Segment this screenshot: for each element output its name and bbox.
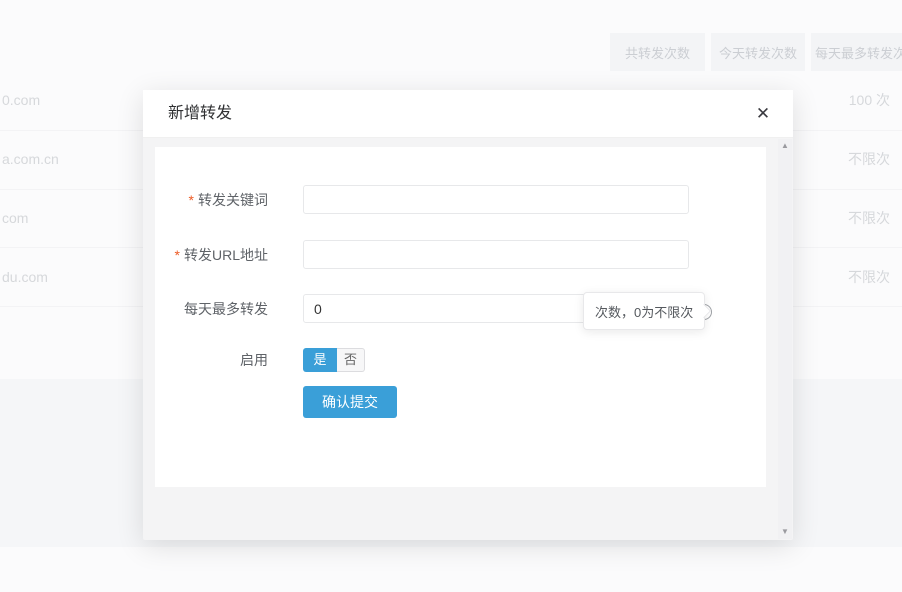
table-row-value: 不限次 (848, 209, 890, 227)
form-card: *转发关键词 *转发URL地址 每天最多转发 次数，0为不限次 ? 启用 是 否 (155, 147, 766, 487)
daily-max-label: 每天最多转发 (155, 299, 303, 319)
url-label-text: 转发URL地址 (184, 247, 268, 263)
column-header-today-forwards: 今天转发次数 (711, 33, 805, 71)
form-row-keyword: *转发关键词 (155, 185, 689, 214)
keyword-label: *转发关键词 (155, 190, 303, 210)
dialog-title: 新增转发 (168, 90, 232, 138)
table-row-domain: 0.com (2, 91, 40, 109)
form-row-url: *转发URL地址 (155, 240, 689, 269)
form-row-enable: 启用 是 否 (155, 348, 365, 372)
tooltip-text: 次数，0为不限次 (595, 302, 693, 321)
table-row-value: 不限次 (848, 150, 890, 168)
enable-no-button[interactable]: 否 (337, 348, 365, 372)
column-header-total-forwards: 共转发次数 (610, 33, 705, 71)
dialog-scrollbar[interactable]: ▲ ▼ (778, 139, 792, 539)
confirm-submit-button[interactable]: 确认提交 (303, 386, 397, 418)
keyword-label-text: 转发关键词 (198, 192, 268, 208)
table-row-value: 100 次 (849, 91, 890, 109)
url-label: *转发URL地址 (155, 245, 303, 265)
enable-toggle: 是 否 (303, 348, 365, 372)
dialog-body: *转发关键词 *转发URL地址 每天最多转发 次数，0为不限次 ? 启用 是 否 (143, 138, 793, 540)
scroll-up-icon[interactable]: ▲ (781, 142, 789, 150)
enable-label-text: 启用 (240, 352, 268, 368)
table-row-domain: a.com.cn (2, 150, 59, 168)
keyword-input[interactable] (303, 185, 689, 214)
table-row-domain: com (2, 209, 28, 227)
add-forward-dialog: 新增转发 ✕ *转发关键词 *转发URL地址 每天最多转发 次数，0为不限次 ?… (143, 90, 793, 540)
daily-max-label-text: 每天最多转发 (184, 301, 268, 317)
url-input[interactable] (303, 240, 689, 269)
dialog-header: 新增转发 ✕ (143, 90, 793, 138)
table-row-value: 不限次 (848, 268, 890, 286)
enable-yes-button[interactable]: 是 (303, 348, 337, 372)
enable-label: 启用 (155, 350, 303, 370)
scroll-down-icon[interactable]: ▼ (781, 528, 789, 536)
daily-max-tooltip: 次数，0为不限次 (583, 292, 705, 330)
close-icon[interactable]: ✕ (751, 102, 775, 126)
required-asterisk: * (189, 192, 194, 208)
column-header-daily-max-forwards: 每天最多转发次 (811, 33, 902, 71)
required-asterisk: * (175, 247, 180, 263)
table-row-domain: du.com (2, 268, 48, 286)
